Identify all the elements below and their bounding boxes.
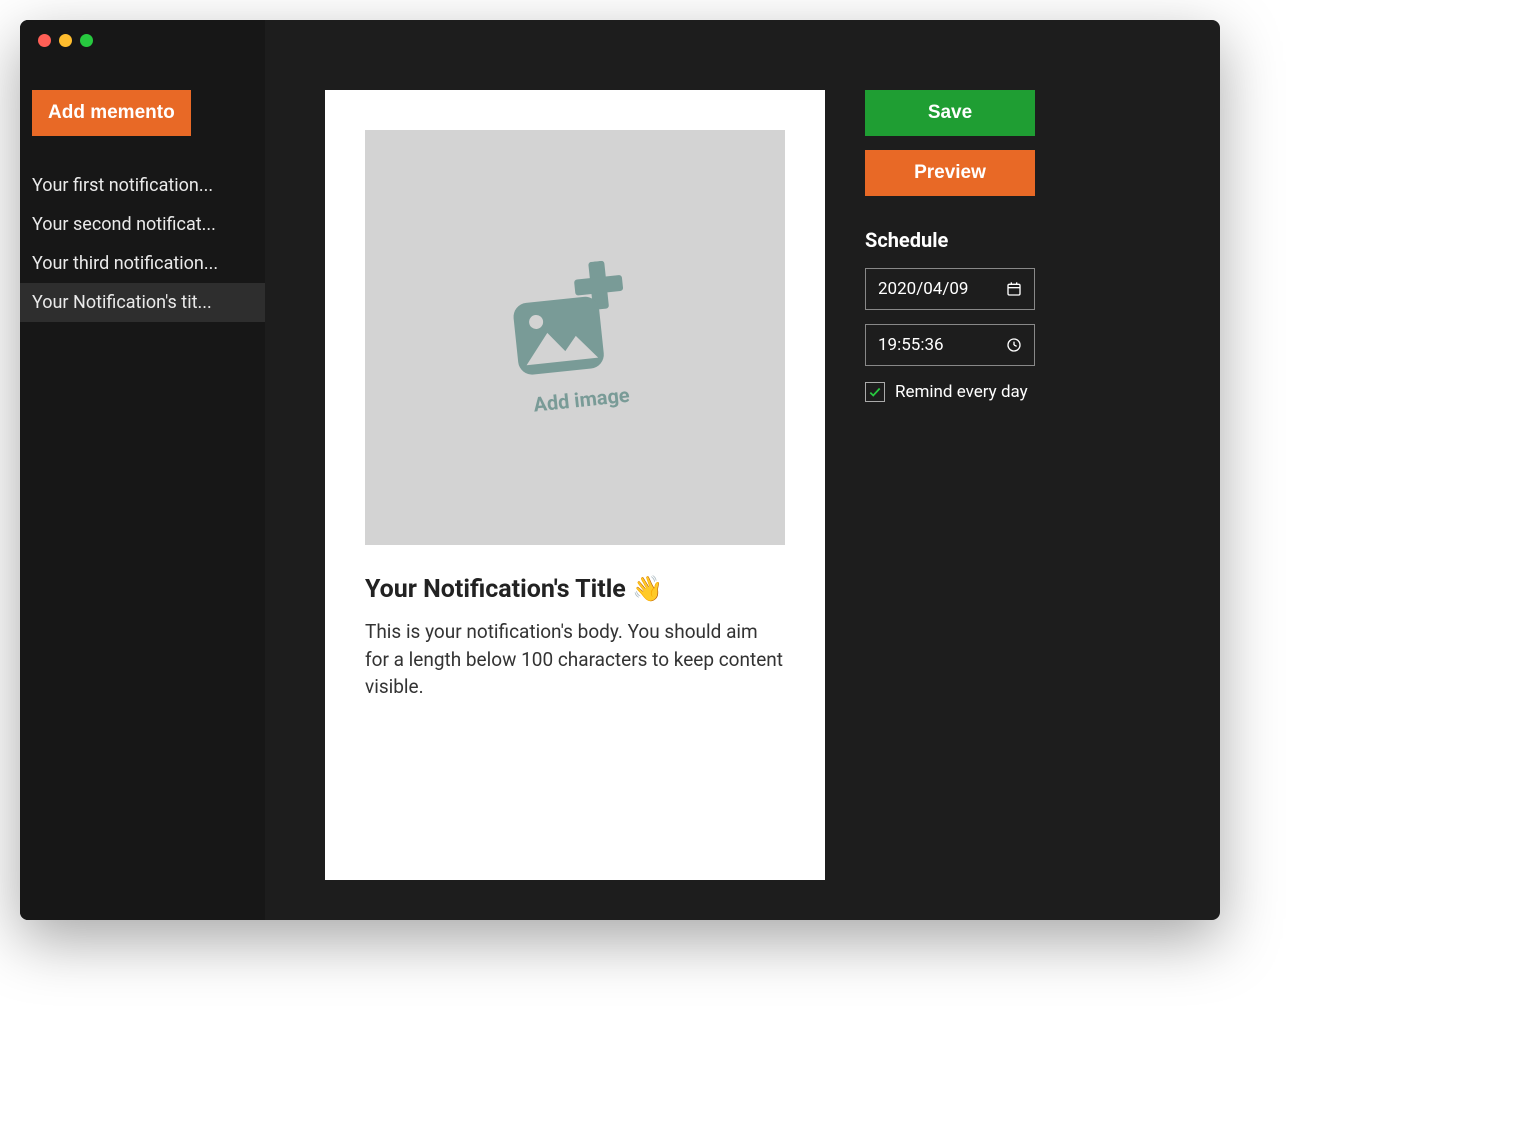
main-content: Add image Your Notification's Title 👋 Th… [265, 20, 1220, 920]
sidebar-item[interactable]: Your first notification... [20, 166, 265, 205]
sidebar-list: Your first notification... Your second n… [20, 166, 265, 322]
titlebar [20, 20, 1220, 60]
notification-title[interactable]: Your Notification's Title 👋 [365, 575, 785, 604]
remind-every-day-checkbox[interactable]: Remind every day [865, 382, 1035, 402]
date-input[interactable]: 2020/04/09 [865, 268, 1035, 310]
image-upload-area[interactable]: Add image [365, 130, 785, 545]
preview-button[interactable]: Preview [865, 150, 1035, 196]
notification-preview-card: Add image Your Notification's Title 👋 Th… [325, 90, 825, 880]
minimize-icon[interactable] [59, 34, 72, 47]
clock-icon [1006, 337, 1022, 353]
schedule-heading: Schedule [865, 228, 1035, 252]
right-panel: Save Preview Schedule 2020/04/09 19:55:3… [865, 90, 1035, 880]
close-icon[interactable] [38, 34, 51, 47]
time-value: 19:55:36 [878, 335, 944, 355]
add-image-label: Add image [532, 382, 630, 416]
date-value: 2020/04/09 [878, 279, 968, 299]
checkbox-box [865, 382, 885, 402]
notification-body[interactable]: This is your notification's body. You sh… [365, 618, 785, 701]
checkmark-icon [868, 385, 882, 399]
sidebar: Add memento Your first notification... Y… [20, 20, 265, 920]
sidebar-item[interactable]: Your second notificat... [20, 205, 265, 244]
remind-every-day-label: Remind every day [895, 382, 1028, 402]
save-button[interactable]: Save [865, 90, 1035, 136]
add-memento-button[interactable]: Add memento [32, 90, 191, 136]
add-image-icon: Add image [503, 257, 648, 418]
app-window: Add memento Your first notification... Y… [20, 20, 1220, 920]
sidebar-item[interactable]: Your third notification... [20, 244, 265, 283]
time-input[interactable]: 19:55:36 [865, 324, 1035, 366]
calendar-icon [1006, 281, 1022, 297]
sidebar-item[interactable]: Your Notification's tit... [20, 283, 265, 322]
maximize-icon[interactable] [80, 34, 93, 47]
